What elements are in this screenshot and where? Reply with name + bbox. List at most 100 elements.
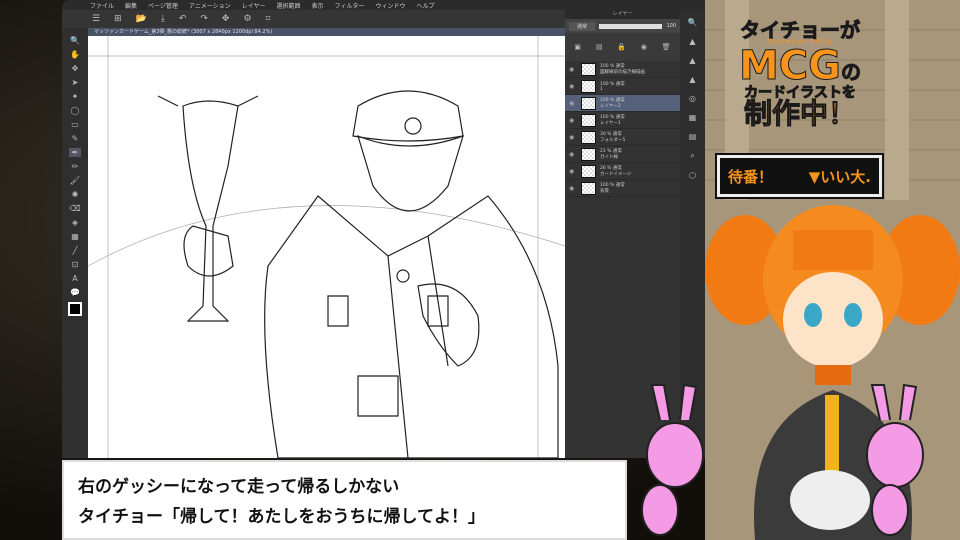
history-icon[interactable]: ▤ [689,132,697,141]
brush-tool-icon[interactable]: 🖌 [70,176,80,185]
pen-tool-icon[interactable]: ✒ [68,148,82,157]
menu-window[interactable]: ウィンドウ [375,1,405,10]
stream-overlay-panel: タイチョーが マッツァンカードゲーム MCGの カードイラストを 制作中！ 待番… [705,0,960,540]
layer-row[interactable]: ◉ 100 % 通常 背景 [565,180,680,197]
blend-mode-select[interactable]: 通常 [569,21,596,31]
visibility-eye-icon[interactable]: ◉ [569,185,577,192]
layer-row[interactable]: ◉ 100 % 通常 レイヤー2 [565,95,680,112]
fill-tool-icon[interactable]: ◈ [72,218,78,227]
stream-title: タイチョーが マッツァンカードゲーム MCGの カードイラストを 制作中！ [725,20,875,129]
balloon-tool-icon[interactable]: 💬 [70,288,80,297]
save-icon[interactable]: ⤓ [161,14,165,24]
crop-icon[interactable]: ⌗ [266,14,271,24]
menu-selection[interactable]: 選択範囲 [277,1,301,10]
search-icon[interactable]: ⌕ [690,151,694,161]
title-no: の [841,60,862,84]
layer-property-icon[interactable]: ◎ [689,94,696,103]
pencil-tool-icon[interactable]: ✏ [72,162,79,171]
layer-name: 図解線前の描き線描画 [600,70,645,75]
layer-row[interactable]: ◉ 30 % 通常 フォルダー5 [565,129,680,146]
layer-name: カードイメージ [600,172,632,177]
menu-edit[interactable]: 編集 [125,1,137,10]
waiting-message-box: 待番！ ▼いい大. [715,153,884,199]
menu-view[interactable]: 表示 [312,1,324,10]
new-folder-icon[interactable]: ▤ [596,43,603,51]
visibility-eye-icon[interactable]: ◉ [569,83,577,90]
menu-icon[interactable]: ☰ [92,14,100,24]
opacity-slider[interactable] [599,23,663,29]
material-icon-2[interactable]: ▲ [689,56,695,65]
redo-icon[interactable]: ↷ [200,14,208,24]
operation-tool-icon[interactable]: ➤ [72,78,79,87]
navigator-icon[interactable]: 🔍 [688,18,698,27]
drawing-canvas[interactable] [88,36,565,458]
opacity-value[interactable]: 100 [666,23,676,29]
material-icon-3[interactable]: ▲ [689,75,695,84]
layer-row[interactable]: ◉ 100 % 通常 1 [565,78,680,95]
visibility-eye-icon[interactable]: ◉ [569,151,577,158]
frame-tool-icon[interactable]: ⊡ [72,260,79,269]
menu-animation[interactable]: アニメーション [189,1,231,10]
open-icon[interactable]: 📂 [136,14,147,24]
layer-actions: ▣ ▤ 🔒 ◉ 🗑 [565,33,680,61]
menu-page[interactable]: ページ管理 [148,1,178,10]
document-tab[interactable]: マッツァンカードゲーム_第3弾_悪の総統* (3007 x 2840px 120… [88,28,568,36]
clip-studio-window: ファイル 編集 ページ管理 アニメーション レイヤー 選択範囲 表示 フィルター… [62,0,705,458]
layer-thumbnail [581,96,596,110]
menu-layer[interactable]: レイヤー [242,1,266,10]
eyedropper-icon[interactable]: ✎ [72,134,79,143]
select-tool-icon[interactable]: ▭ [71,120,79,129]
color-swatch[interactable] [68,302,82,316]
wait-right: ▼いい大. [808,167,871,186]
layer-thumbnail [581,147,596,161]
visibility-eye-icon[interactable]: ◉ [569,117,577,124]
layer-name: フォルダー5 [600,138,626,143]
visibility-eye-icon[interactable]: ◉ [569,168,577,175]
settings-icon[interactable]: ⚙ [243,14,251,24]
transform-icon[interactable]: ✥ [222,14,230,24]
lock-icon[interactable]: 🔒 [617,43,626,51]
layer-name: ガイド線 [600,155,618,160]
undo-icon[interactable]: ↶ [179,14,187,24]
visibility-eye-icon[interactable]: ◉ [569,66,577,73]
line-art-drawing [88,36,565,458]
visibility-eye-icon[interactable]: ◉ [569,134,577,141]
wand-tool-icon[interactable]: ✦ [72,92,79,101]
color-set-icon[interactable]: ▦ [689,113,697,122]
zoom-tool-icon[interactable]: 🔍 [70,36,80,45]
text-tool-icon[interactable]: A [72,274,77,283]
command-bar: ☰ ⊞ 📂 ⤓ ↶ ↷ ✥ ⚙ ⌗ [62,10,565,28]
visibility-eye-icon[interactable]: ◉ [569,100,577,107]
move-tool-icon[interactable]: ✥ [72,64,79,73]
layer-thumbnail [581,130,596,144]
layer-row[interactable]: ◉ 21 % 通常 ガイド線 [565,146,680,163]
layer-panel-title: レイヤー [565,10,680,19]
airbrush-tool-icon[interactable]: ✺ [72,190,79,199]
new-icon[interactable]: ⊞ [114,14,122,24]
shape-tool-icon[interactable]: ╱ [73,246,78,255]
layer-thumbnail [581,113,596,127]
subtitle-box: 右のゲッシーになって走って帰るしかない タイチョー「帰して！あたしをおうちに帰し… [62,460,627,540]
menu-help[interactable]: ヘルプ [416,1,434,10]
trash-icon[interactable]: 🗑 [662,43,671,51]
layer-row[interactable]: ◉ 100 % 通常 レイヤー1 [565,112,680,129]
layer-thumbnail [581,181,596,195]
material-icon[interactable]: ▲ [689,37,695,46]
gradient-tool-icon[interactable]: ▦ [71,232,79,241]
tool-palette: 🔍 ✋ ✥ ➤ ✦ ◯ ▭ ✎ ✒ ✏ 🖌 ✺ ⌫ ◈ ▦ ╱ ⊡ A 💬 [62,28,88,458]
hand-tool-icon[interactable]: ✋ [70,50,80,59]
layer-name: レイヤー1 [600,121,621,126]
new-layer-icon[interactable]: ▣ [574,43,581,51]
menu-filter[interactable]: フィルター [335,1,365,10]
menu-file[interactable]: ファイル [90,1,114,10]
layer-row[interactable]: ◉ 100 % 通常 図解線前の描き線描画 [565,61,680,78]
layer-row[interactable]: ◉ 26 % 通常 カードイメージ [565,163,680,180]
mask-icon[interactable]: ◉ [641,43,647,51]
layer-panel-icon[interactable]: ⬡ [689,171,696,180]
subtitle-line-2: タイチョー「帰して！あたしをおうちに帰してよ！」 [78,507,485,527]
layer-thumbnail [581,79,596,93]
lasso-tool-icon[interactable]: ◯ [71,106,80,115]
eraser-tool-icon[interactable]: ⌫ [69,204,80,213]
layer-thumbnail [581,62,596,76]
layer-panel: レイヤー 通常 100 ▣ ▤ 🔒 ◉ 🗑 ◉ 100 % 通常 図解線前の描き線描画 ◉ 10… [565,10,680,458]
